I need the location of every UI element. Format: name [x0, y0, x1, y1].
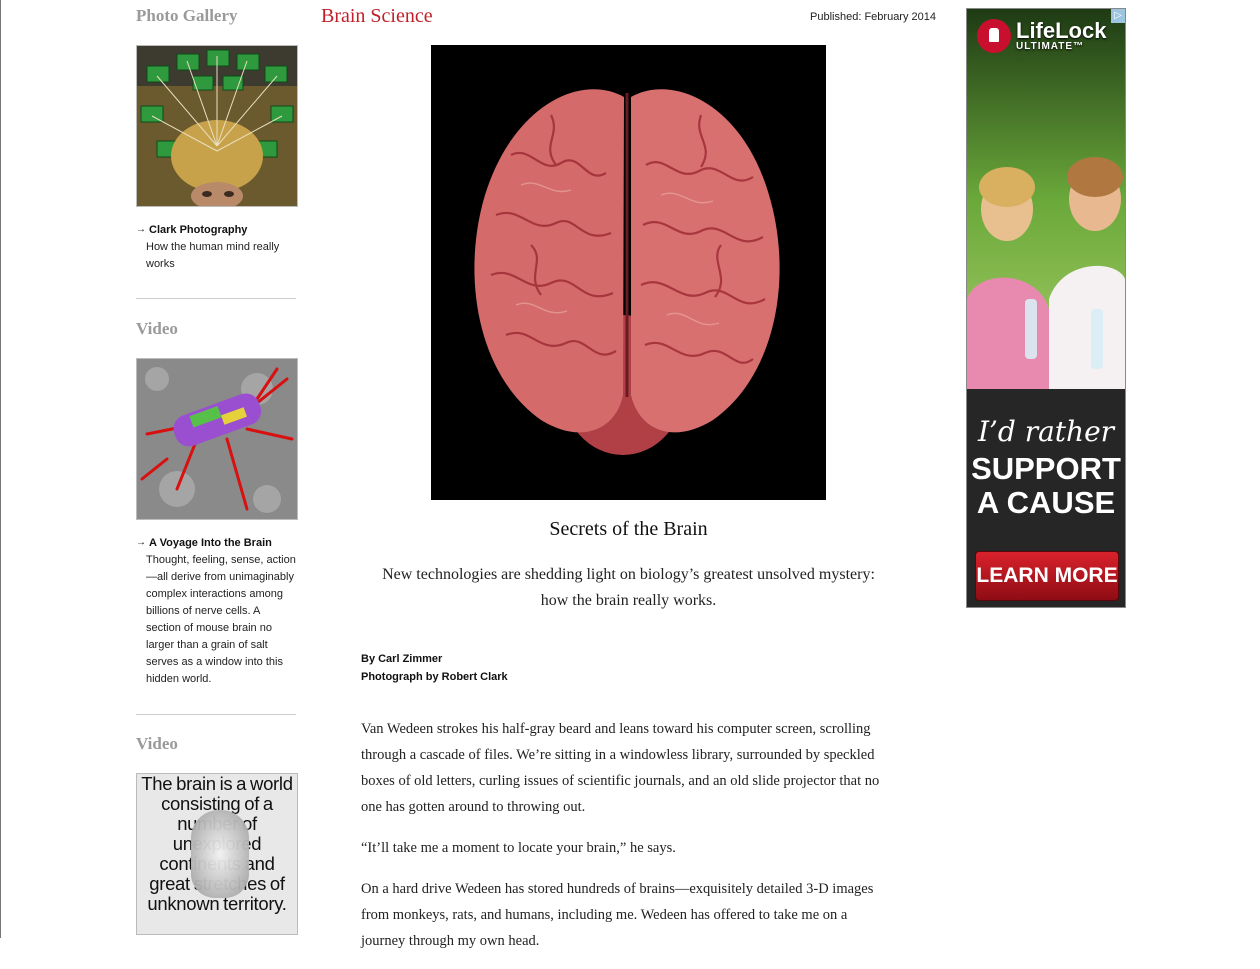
mouse-brain-shape — [191, 810, 249, 898]
video-thumbnail-image[interactable] — [136, 358, 298, 520]
byline: By Carl Zimmer — [361, 653, 443, 665]
lock-icon — [977, 19, 1011, 53]
gallery-thumbnail-image[interactable] — [136, 45, 298, 207]
brain-image — [431, 45, 826, 500]
video-thumbnail[interactable] — [136, 358, 298, 520]
video-item-title[interactable]: → A Voyage Into the Brain — [136, 537, 296, 549]
photo-credit: Photograph by Robert Clark — [361, 671, 508, 683]
video-item-desc: Thought, feeling, sense, action—all deri… — [146, 554, 296, 685]
gallery-item-desc: How the human mind really works — [146, 241, 280, 270]
ad-banner[interactable]: ▷ LifeLock ULTIMATE™ I’d rather SUPPORT … — [966, 8, 1126, 608]
arrow-right-icon: → — [136, 224, 146, 235]
article-deck: New technologies are shedding light on b… — [382, 566, 875, 609]
ad-tagline-1: I’d rather — [977, 415, 1115, 448]
published-date: Published: February 2014 — [810, 11, 936, 23]
adchoices-icon[interactable]: ▷ — [1111, 9, 1125, 23]
sidebar-divider — [136, 714, 296, 715]
article-body: Van Wedeen strokes his half-gray beard a… — [361, 716, 891, 969]
hero-image — [431, 45, 826, 500]
sidebar-divider — [136, 298, 296, 299]
sidebar-heading-video-2: Video — [136, 734, 178, 753]
gallery-thumbnail[interactable] — [136, 45, 298, 207]
arrow-right-icon: → — [136, 537, 146, 548]
gallery-item-title[interactable]: → Clark Photography — [136, 224, 296, 236]
ad-logo: LifeLock ULTIMATE™ — [977, 19, 1106, 53]
article-headline: Secrets of the Brain — [549, 518, 708, 540]
article-credits: By Carl Zimmer Photograph by Robert Clar… — [361, 650, 508, 686]
learn-more-button[interactable]: LEARN MORE — [975, 551, 1119, 601]
paragraph: “It’ll take me a moment to locate your b… — [361, 840, 676, 856]
ad-bottom-panel: I’d rather SUPPORT A CAUSE LEARN MORE — [967, 389, 1125, 607]
ad-photo[interactable] — [967, 9, 1125, 389]
window-edge — [0, 0, 1, 938]
ad-tagline-2: SUPPORT A CAUSE — [971, 451, 1121, 520]
sidebar-heading-photo-gallery: Photo Gallery — [136, 6, 238, 25]
sidebar-heading-video: Video — [136, 319, 178, 338]
paragraph: Van Wedeen strokes his half-gray beard a… — [361, 721, 880, 815]
paragraph: On a hard drive Wedeen has stored hundre… — [361, 881, 874, 949]
video-item-title-text[interactable]: A Voyage Into the Brain — [149, 537, 272, 549]
section-label[interactable]: Brain Science — [321, 5, 433, 28]
gallery-item-title-text[interactable]: Clark Photography — [149, 224, 247, 236]
video-thumbnail-2[interactable]: The brain is a world consisting of a num… — [136, 773, 298, 935]
ad-brand: LifeLock — [1016, 17, 1107, 43]
